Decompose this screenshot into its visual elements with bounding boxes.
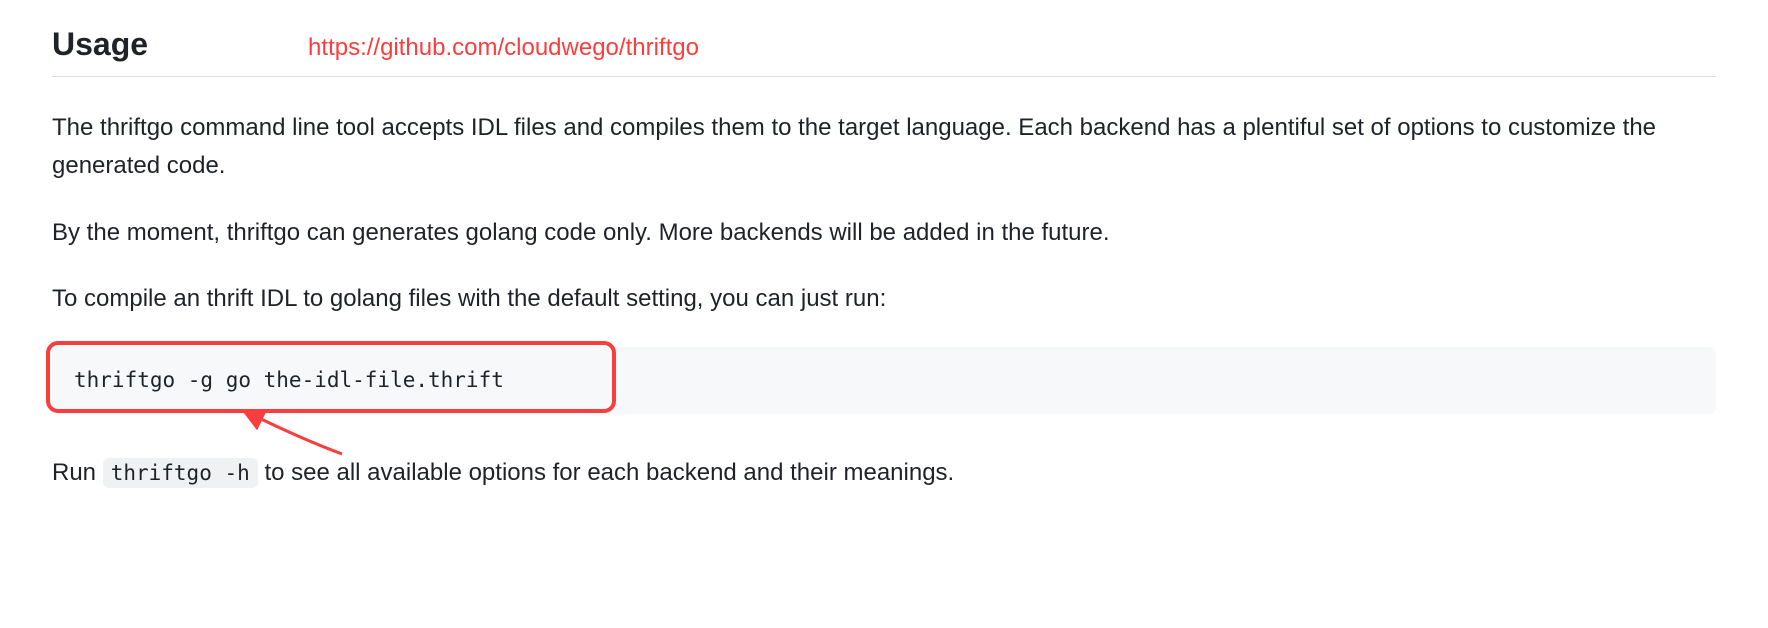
section-heading: Usage bbox=[52, 20, 148, 68]
code-block: thriftgo -g go the-idl-file.thrift bbox=[52, 347, 1716, 415]
url-annotation: https://github.com/cloudwego/thriftgo bbox=[308, 30, 699, 66]
inline-code: thriftgo -h bbox=[103, 458, 258, 488]
code-block-wrapper: thriftgo -g go the-idl-file.thrift bbox=[52, 347, 1716, 415]
paragraph-3: To compile an thrift IDL to golang files… bbox=[52, 280, 1716, 318]
run-suffix: to see all available options for each ba… bbox=[258, 459, 954, 486]
run-prefix: Run bbox=[52, 459, 103, 486]
paragraph-1: The thriftgo command line tool accepts I… bbox=[52, 109, 1716, 186]
paragraph-2: By the moment, thriftgo can generates go… bbox=[52, 214, 1716, 252]
paragraph-4: Run thriftgo -h to see all available opt… bbox=[52, 454, 1716, 492]
code-text: thriftgo -g go the-idl-file.thrift bbox=[74, 368, 504, 392]
header-row: Usage https://github.com/cloudwego/thrif… bbox=[52, 20, 1716, 77]
